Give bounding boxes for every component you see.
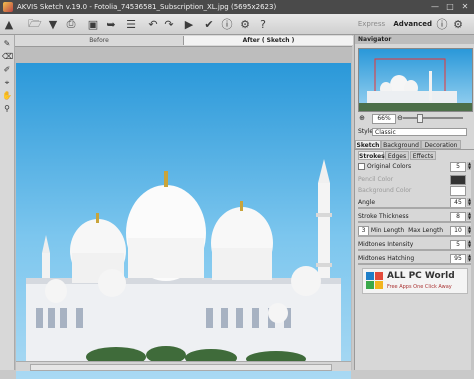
tab-background[interactable]: Background [381, 140, 421, 149]
tab-before[interactable]: Before [15, 36, 183, 45]
close-icon[interactable]: ✕ [458, 2, 472, 12]
settings-icon[interactable]: ⚙ [238, 17, 252, 31]
subtab-strokes[interactable]: Strokes [358, 151, 385, 160]
angle-label: Angle [358, 199, 376, 206]
stroke-thickness-label: Stroke Thickness [358, 213, 409, 220]
watermark-badge: ALL PC World Free Apps One Click Away [362, 268, 468, 294]
settings-panel: Navigator ⊕ 66% ⊖ Style: Classic Sketch … [354, 35, 474, 370]
info-circle-icon[interactable]: ⓘ [436, 17, 448, 31]
navigator-preview [359, 58, 472, 111]
navigator-header: Navigator [355, 35, 474, 44]
zoom-in-icon[interactable]: ⊕ [358, 114, 366, 122]
stroke-thickness-slider[interactable] [358, 221, 472, 223]
style-row: Style: Classic [358, 128, 472, 137]
background-color-row: Background Color [358, 186, 472, 196]
tab-sketch[interactable]: Sketch [355, 140, 381, 149]
presets-icon[interactable]: ☰ [124, 17, 138, 31]
background-color-label: Background Color [358, 187, 412, 194]
app-logo-icon [3, 2, 13, 12]
zoom-tool-icon[interactable]: ⚲ [2, 104, 12, 114]
view-tabs: Before After ( Sketch ) [15, 35, 353, 47]
length-range-slider[interactable] [358, 235, 472, 237]
min-length-label: Min Length [370, 227, 405, 234]
original-colors-checkbox[interactable] [358, 163, 365, 170]
tool-strip: ✎ ⌫ ✐ ⌖ ✋ ⚲ [0, 35, 15, 370]
watermark-tagline: Free Apps One Click Away [387, 284, 452, 290]
hand-tool-icon[interactable]: ✋ [2, 91, 12, 101]
run-icon[interactable]: ▶ [182, 17, 196, 31]
dropper-tool-icon[interactable]: ✐ [2, 65, 12, 75]
advanced-mode-button[interactable]: Advanced [393, 20, 432, 28]
midtones-hatching-label: Midtones Hatching [358, 255, 415, 262]
sketch-subtabs: Strokes Edges Effects [358, 151, 472, 160]
gear-icon[interactable]: ⚙ [452, 17, 464, 31]
eraser-tool-icon[interactable]: ⌫ [2, 52, 13, 62]
canvas-area: Before After ( Sketch ) [15, 35, 353, 379]
watermark-logo-icon [366, 272, 383, 289]
watermark-title: ALL PC World [387, 271, 455, 281]
pencil-color-label: Pencil Color [358, 176, 394, 183]
window-title: AKVIS Sketch v.19.0 - Fotolia_74536581_S… [17, 3, 277, 11]
subtab-edges[interactable]: Edges [385, 151, 409, 160]
navigator-thumbnail[interactable] [358, 48, 473, 112]
mode-switcher: Express Advanced [352, 20, 432, 28]
length-row: 3 Min Length Max Length 10 ▲ ▼ [358, 226, 472, 237]
pencil-color-row: Pencil Color [358, 175, 472, 185]
original-colors-row: Original Colors 5 ▲ ▼ [358, 162, 472, 172]
redo-icon[interactable]: ↷ [162, 17, 176, 31]
background-color-swatch[interactable] [450, 186, 466, 196]
share-icon[interactable]: ➥ [104, 17, 118, 31]
help-icon[interactable]: ? [256, 17, 270, 31]
pencil-tool-icon[interactable]: ✎ [2, 39, 12, 49]
print-icon[interactable]: ⎙ [64, 17, 78, 31]
tab-after[interactable]: After ( Sketch ) [183, 36, 353, 45]
pencil-color-swatch[interactable] [450, 175, 466, 185]
zoom-field[interactable]: 66% [372, 114, 396, 124]
midtones-hatching-slider[interactable] [358, 263, 472, 265]
info-icon[interactable]: ⓘ [220, 17, 234, 31]
main-toolbar: ▲ 🗁 ▼ ⎙ ▣ ➥ ☰ ↶ ↷ ▶ ✔ ⓘ ⚙ ? Express Adva… [0, 14, 474, 35]
title-bar: AKVIS Sketch v.19.0 - Fotolia_74536581_S… [0, 0, 474, 14]
original-colors-value[interactable]: 5 [450, 162, 466, 172]
open-file-icon[interactable]: 🗁 [28, 17, 42, 31]
save-icon[interactable]: ▼ [46, 17, 60, 31]
stroke-thickness-row: Stroke Thickness 8 ▲ ▼ [358, 212, 472, 223]
angle-slider[interactable] [358, 207, 472, 209]
apply-icon[interactable]: ✔ [202, 17, 216, 31]
midtones-hatching-row: Midtones Hatching 95 ▲ ▼ [358, 254, 472, 265]
batch-icon[interactable]: ▣ [86, 17, 100, 31]
settings-tabs: Sketch Background Decoration [355, 139, 474, 150]
angle-row: Angle 45 ▲ ▼ [358, 198, 472, 209]
logo-icon: ▲ [4, 17, 14, 31]
midtones-intensity-label: Midtones Intensity [358, 241, 414, 248]
undo-icon[interactable]: ↶ [146, 17, 160, 31]
zoom-row: ⊕ 66% ⊖ [358, 114, 472, 124]
minimize-icon[interactable]: — [428, 2, 442, 12]
midtones-intensity-slider[interactable] [358, 249, 472, 251]
original-colors-label: Original Colors [367, 163, 412, 170]
subtab-effects[interactable]: Effects [410, 151, 436, 160]
midtones-intensity-row: Midtones Intensity 5 ▲ ▼ [358, 240, 472, 251]
max-length-label: Max Length [408, 227, 444, 234]
tab-decoration[interactable]: Decoration [421, 140, 461, 149]
crop-tool-icon[interactable]: ⌖ [2, 78, 12, 88]
maximize-icon[interactable]: □ [443, 2, 457, 12]
zoom-slider-knob[interactable] [417, 114, 423, 123]
style-select[interactable]: Classic [372, 128, 467, 136]
sketch-preview-image[interactable] [16, 63, 351, 379]
mosque-illustration [26, 159, 341, 367]
zoom-slider[interactable] [403, 114, 463, 123]
express-mode-button[interactable]: Express [358, 20, 385, 28]
